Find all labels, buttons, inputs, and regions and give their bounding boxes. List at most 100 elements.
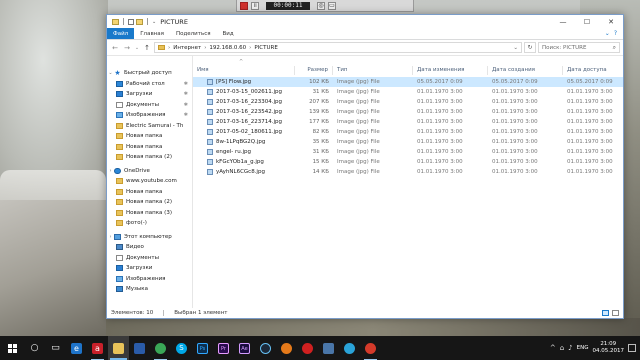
column-header-accessed[interactable]: Дата доступа: [563, 66, 623, 75]
stop-icon[interactable]: [240, 1, 248, 10]
taskbar-app-chrome[interactable]: [150, 336, 171, 360]
volume-icon[interactable]: ♪: [568, 344, 572, 352]
image-file-icon: [207, 89, 213, 95]
nav-item-documents[interactable]: Документы: [107, 253, 192, 264]
column-header-size[interactable]: Размер: [295, 65, 333, 75]
nav-onedrive[interactable]: › OneDrive: [107, 166, 192, 177]
file-row[interactable]: 8w-1LPqBG2Q.jpg 35 КБ Image (jpg) File 0…: [193, 137, 623, 147]
back-button[interactable]: ←: [110, 44, 120, 52]
file-row[interactable]: 2017-03-16_223304.jpg 207 КБ Image (jpg)…: [193, 97, 623, 107]
taskbar-app-yandex[interactable]: [297, 336, 318, 360]
maximize-button[interactable]: ☐: [575, 15, 599, 28]
up-button[interactable]: ↑: [142, 44, 152, 52]
taskbar-app-vk[interactable]: [318, 336, 339, 360]
taskbar-app-explorer[interactable]: [108, 336, 129, 360]
tab-view[interactable]: Вид: [217, 28, 240, 39]
file-row[interactable]: 2017-03-15_002611.jpg 31 КБ Image (jpg) …: [193, 87, 623, 97]
taskbar-app-edge[interactable]: e: [66, 336, 87, 360]
nav-item-pictures[interactable]: Изображения: [107, 274, 192, 285]
nav-item-desktop[interactable]: Рабочий стол ✱: [107, 79, 192, 90]
refresh-button[interactable]: ↻: [524, 42, 536, 53]
customize-qat-icon[interactable]: ⌄: [152, 19, 156, 25]
start-button[interactable]: [0, 336, 24, 360]
nav-item-pictures[interactable]: Изображения ✱: [107, 110, 192, 121]
search-button[interactable]: ○: [24, 336, 45, 360]
taskbar-app-recorder[interactable]: [360, 336, 381, 360]
file-row[interactable]: [PS] Flow.jpg 102 КБ Image (jpg) File 05…: [193, 77, 623, 87]
column-header-created[interactable]: Дата создания: [488, 65, 563, 75]
tab-file[interactable]: Файл: [107, 28, 135, 39]
clock[interactable]: 21:09 04.05.2017: [593, 341, 625, 355]
file-row[interactable]: yAyhNL6CGc8.jpg 14 КБ Image (jpg) File 0…: [193, 167, 623, 177]
recent-locations-icon[interactable]: ⌄: [134, 45, 140, 51]
nav-item-photo[interactable]: фото(-): [107, 218, 192, 229]
nav-item-youtube[interactable]: www.youtube.com: [107, 176, 192, 187]
column-headers: Имя Размер Тип Дата изменения Дата созда…: [193, 64, 623, 76]
task-view-button[interactable]: ▭: [45, 336, 66, 360]
nav-item-new-folder-3[interactable]: Новая папка (3): [107, 208, 192, 219]
column-header-modified[interactable]: Дата изменения: [413, 65, 488, 75]
search-input[interactable]: Поиск: PICTURE ⌕: [538, 42, 620, 53]
aftereffects-icon: Ae: [239, 342, 250, 354]
taskbar-app-store[interactable]: [129, 336, 150, 360]
path-box[interactable]: › Интернет › 192.168.0.60 › PICTURE ⌄: [154, 42, 522, 53]
action-center-icon[interactable]: [628, 344, 636, 352]
taskbar-app-steam[interactable]: [255, 336, 276, 360]
file-row[interactable]: kFGcYOb1a_g.jpg 15 КБ Image (jpg) File 0…: [193, 157, 623, 167]
nav-this-pc[interactable]: › Этот компьютер: [107, 232, 192, 243]
nav-item-electric-samurai[interactable]: Electric Samurai - Th: [107, 121, 192, 132]
videos-icon: [116, 244, 123, 251]
show-hidden-icons-icon[interactable]: ^: [550, 344, 556, 352]
documents-icon: [116, 254, 123, 261]
nav-item-music[interactable]: Музыка: [107, 284, 192, 295]
address-dropdown-icon[interactable]: ⌄: [513, 45, 518, 51]
tab-home[interactable]: Главная: [134, 28, 170, 39]
nav-quick-access[interactable]: ⌄ ★ Быстрый доступ: [107, 68, 192, 79]
file-list: ^ Имя Размер Тип Дата изменения Дата соз…: [193, 56, 623, 308]
nav-item-new-folder-2[interactable]: Новая папка (2): [107, 197, 192, 208]
new-folder-icon[interactable]: [136, 18, 143, 25]
minimize-button[interactable]: —: [551, 15, 575, 28]
taskbar-app-adobe[interactable]: a: [87, 336, 108, 360]
nav-item-new-folder[interactable]: Новая папка: [107, 131, 192, 142]
file-row[interactable]: 2017-03-16_223542.jpg 139 КБ Image (jpg)…: [193, 107, 623, 117]
details-view-icon[interactable]: [602, 310, 609, 316]
file-row[interactable]: 2017-05-02_180611.jpg 82 КБ Image (jpg) …: [193, 127, 623, 137]
music-icon: [116, 286, 123, 293]
column-header-type[interactable]: Тип: [333, 65, 413, 75]
forward-button[interactable]: →: [122, 44, 132, 52]
breadcrumb-host[interactable]: 192.168.0.60: [209, 45, 246, 51]
pause-icon[interactable]: ॥: [251, 1, 259, 10]
camera-icon[interactable]: ◎: [317, 1, 325, 10]
taskbar-app-aftereffects[interactable]: Ae: [234, 336, 255, 360]
image-file-icon: [207, 119, 213, 125]
breadcrumb-internet[interactable]: Интернет: [173, 45, 201, 51]
nav-item-new-folder[interactable]: Новая папка: [107, 187, 192, 198]
nav-item-new-folder[interactable]: Новая папка: [107, 142, 192, 153]
close-button[interactable]: ✕: [599, 15, 623, 28]
taskbar-app-media[interactable]: [276, 336, 297, 360]
breadcrumb-picture[interactable]: PICTURE: [254, 45, 277, 51]
tab-share[interactable]: Поделиться: [170, 28, 217, 39]
file-row[interactable]: engel- ru.jpg 31 КБ Image (jpg) File 01.…: [193, 147, 623, 157]
nav-item-downloads[interactable]: Загрузки: [107, 263, 192, 274]
taskbar-app-telegram[interactable]: [339, 336, 360, 360]
file-row[interactable]: 2017-03-16_223714.jpg 177 КБ Image (jpg)…: [193, 117, 623, 127]
expand-ribbon-icon[interactable]: ⌄: [605, 30, 610, 37]
nav-item-documents[interactable]: Документы ✱: [107, 100, 192, 111]
properties-icon[interactable]: [128, 18, 134, 25]
nav-item-videos[interactable]: Видео: [107, 242, 192, 253]
column-header-name[interactable]: Имя: [193, 65, 295, 75]
taskbar-app-premiere[interactable]: Pr: [213, 336, 234, 360]
network-icon[interactable]: ⌂: [560, 344, 564, 352]
folder-icon: [116, 199, 123, 206]
nav-item-new-folder-2[interactable]: Новая папка (2): [107, 152, 192, 163]
nav-item-downloads[interactable]: Загрузки ✱: [107, 89, 192, 100]
taskbar-app-skype[interactable]: S: [171, 336, 192, 360]
taskbar-app-photoshop[interactable]: Ps: [192, 336, 213, 360]
premiere-icon: Pr: [218, 342, 229, 354]
large-icons-view-icon[interactable]: [612, 310, 619, 316]
language-indicator[interactable]: ENG: [577, 345, 589, 351]
window-icon[interactable]: ▭: [328, 1, 336, 10]
help-icon[interactable]: ?: [614, 30, 617, 37]
